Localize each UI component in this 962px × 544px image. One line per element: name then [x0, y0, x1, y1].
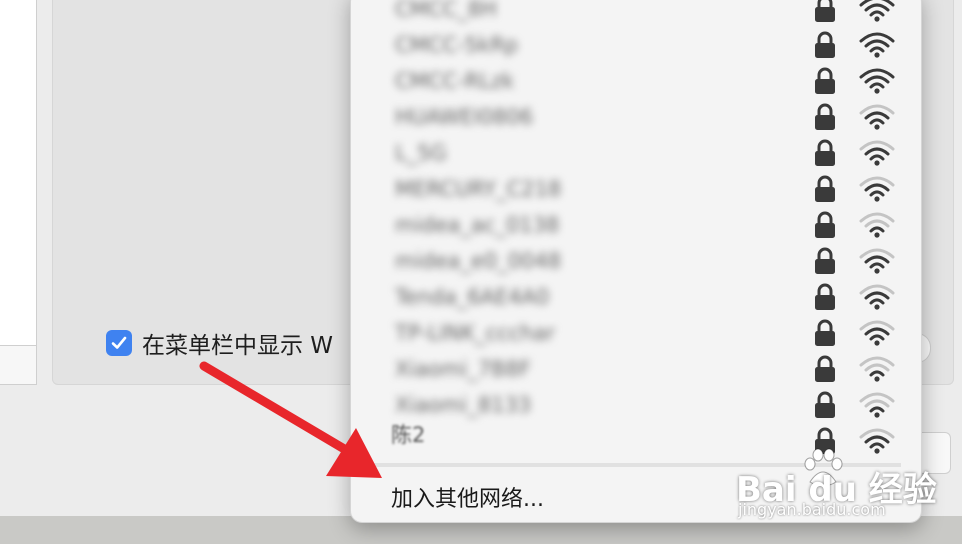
- lock-icon: [815, 0, 835, 22]
- wifi-signal-icon: [859, 212, 895, 238]
- wifi-signal-icon: [859, 68, 895, 94]
- network-item[interactable]: Xiaomi_7B8F: [351, 351, 921, 387]
- network-name: CMCC-RLzk: [395, 69, 515, 93]
- show-in-menubar-row[interactable]: 在菜单栏中显示 W: [106, 328, 334, 359]
- network-item[interactable]: CMCC-5kRp: [351, 27, 921, 63]
- lock-icon: [815, 283, 835, 310]
- network-name: Xiaomi_8133: [395, 393, 532, 417]
- network-item[interactable]: HUAWEI0806: [351, 99, 921, 135]
- network-item[interactable]: Tenda_6AE4A0: [351, 279, 921, 315]
- wifi-signal-icon: [859, 176, 895, 202]
- wifi-dropdown-menu: CMCC_8H CMCC-5kRp CMCC-RLzk HUAWEI0806 L_5G M…: [350, 0, 922, 523]
- lock-icon: [815, 67, 835, 94]
- wifi-signal-icon: [859, 392, 895, 418]
- checkmark-icon: [111, 336, 127, 349]
- network-name: MERCURY_C218: [395, 177, 562, 201]
- lock-icon: [815, 211, 835, 238]
- network-name: CMCC-5kRp: [395, 33, 519, 57]
- network-name: HUAWEI0806: [395, 105, 534, 129]
- lock-icon: [815, 175, 835, 202]
- network-name: L_5G: [395, 141, 447, 165]
- network-name: Tenda_6AE4A0: [395, 285, 550, 309]
- show-in-menubar-label: 在菜单栏中显示 W: [142, 333, 334, 359]
- network-item[interactable]: MERCURY_C218: [351, 171, 921, 207]
- wifi-signal-icon: [859, 356, 895, 382]
- wifi-signal-icon: [859, 248, 895, 274]
- network-item[interactable]: TP-LINK_ccchar: [351, 315, 921, 351]
- wifi-signal-icon: [859, 140, 895, 166]
- network-service-list[interactable]: [0, 0, 37, 346]
- lock-icon: [815, 319, 835, 346]
- lock-icon: [815, 139, 835, 166]
- wifi-signal-icon: [859, 104, 895, 130]
- watermark-url: jingyan.baidu.com: [738, 500, 886, 519]
- network-item[interactable]: CMCC_8H: [351, 0, 921, 27]
- show-in-menubar-checkbox[interactable]: [106, 330, 132, 356]
- network-name-partial: 陈2: [391, 423, 426, 447]
- network-name: midea_ac_0138: [395, 213, 560, 237]
- network-name: TP-LINK_ccchar: [395, 321, 555, 345]
- lock-icon: [815, 391, 835, 418]
- network-name: Xiaomi_7B8F: [395, 357, 531, 381]
- service-list-footer: [0, 346, 37, 385]
- wifi-signal-icon: [859, 320, 895, 346]
- lock-icon: [815, 31, 835, 58]
- network-item[interactable]: CMCC-RLzk: [351, 63, 921, 99]
- wifi-signal-icon: [859, 32, 895, 58]
- lock-icon: [815, 103, 835, 130]
- lock-icon: [815, 355, 835, 382]
- network-item[interactable]: midea_ac_0138: [351, 207, 921, 243]
- wifi-signal-icon: [859, 0, 895, 22]
- network-item[interactable]: L_5G: [351, 135, 921, 171]
- network-name: CMCC_8H: [395, 0, 497, 21]
- lock-icon: [815, 247, 835, 274]
- wifi-signal-icon: [859, 428, 895, 454]
- network-item[interactable]: midea_e0_0048: [351, 243, 921, 279]
- join-other-network-item[interactable]: 加入其他网络...: [391, 481, 544, 513]
- network-item[interactable]: Xiaomi_8133: [351, 387, 921, 423]
- wifi-signal-icon: [859, 284, 895, 310]
- network-name: midea_e0_0048: [395, 249, 562, 273]
